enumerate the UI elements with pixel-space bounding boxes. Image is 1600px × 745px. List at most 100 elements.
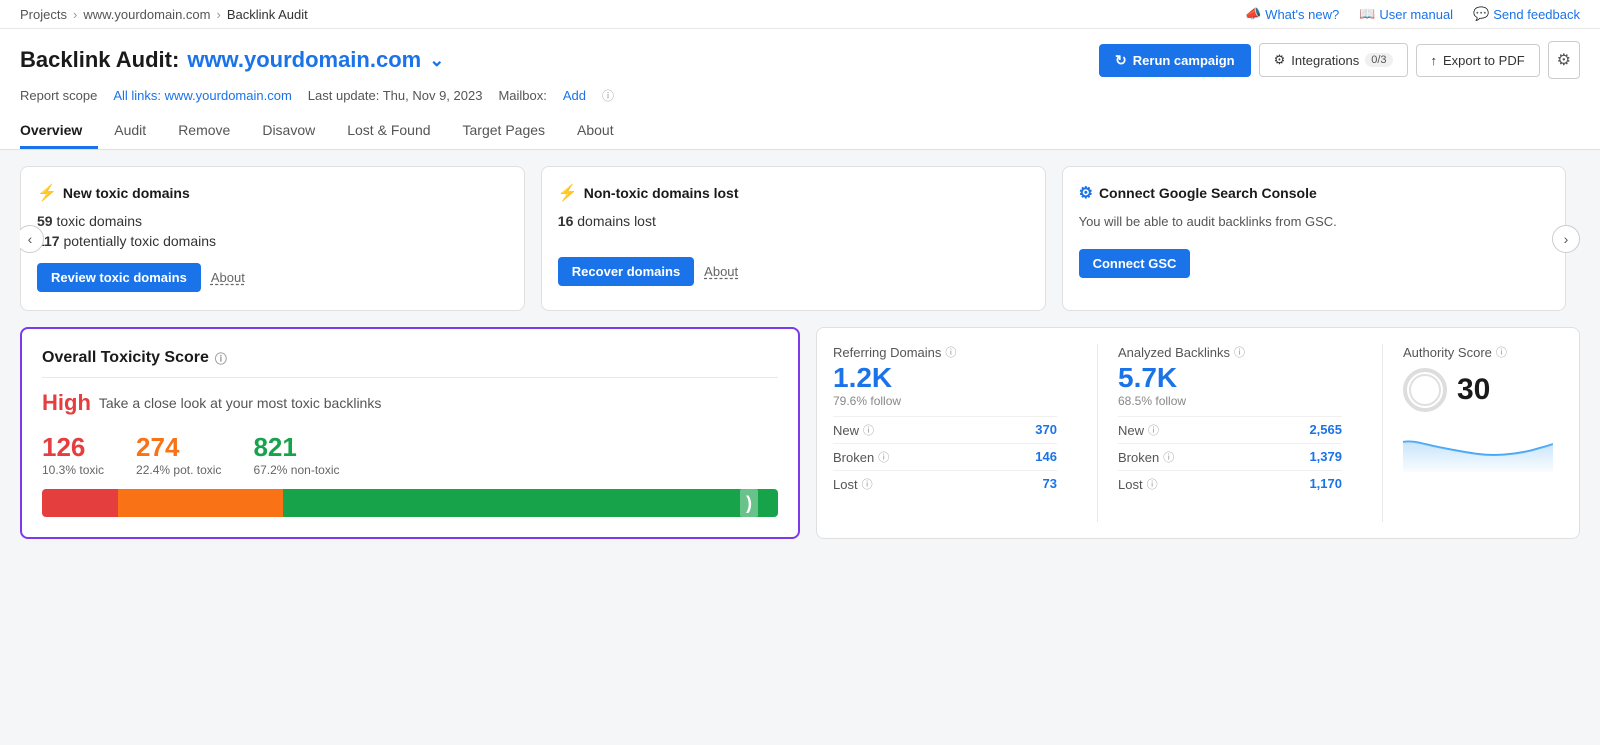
card-toxic-stat-1: 59 toxic domains [37,213,508,229]
recover-domains-button[interactable]: Recover domains [558,257,694,286]
breadcrumb-projects[interactable]: Projects [20,7,67,22]
toxicity-bar: ) [42,489,778,517]
nav-arrow-right[interactable]: › [1552,225,1580,253]
integrations-button[interactable]: ⚙ Integrations 0/3 [1259,43,1408,77]
ab-lost-info[interactable]: ⓘ [1147,476,1158,492]
review-toxic-button[interactable]: Review toxic domains [37,263,201,292]
cards-row: ‹ ⚡ New toxic domains 59 toxic domains 1… [20,166,1580,311]
authority-section: Authority Score ⓘ 30 [1403,344,1563,522]
toxicity-high-label: High [42,390,91,416]
send-feedback-link[interactable]: 💬 Send feedback [1473,6,1580,22]
ab-broken-info[interactable]: ⓘ [1163,449,1174,465]
gear-icon: ⚙ [1557,50,1571,70]
referring-domains-section: Referring Domains ⓘ 1.2K 79.6% follow Ne… [833,344,1077,522]
card-gsc: ⚙ Connect Google Search Console You will… [1062,166,1567,311]
tab-overview[interactable]: Overview [20,114,98,149]
non-toxic-stat: 821 67.2% non-toxic [253,432,339,477]
metrics-sections: Referring Domains ⓘ 1.2K 79.6% follow Ne… [833,344,1563,522]
tab-disavow[interactable]: Disavow [246,114,331,149]
nav-tabs: Overview Audit Remove Disavow Lost & Fou… [20,114,1580,149]
authority-info-icon[interactable]: ⓘ [1496,344,1507,360]
ab-new-info[interactable]: ⓘ [1148,422,1159,438]
card-non-toxic-stat: 16 domains lost [558,213,1029,229]
toxicity-title: Overall Toxicity Score ⓘ [42,349,778,378]
metrics-card: Referring Domains ⓘ 1.2K 79.6% follow Ne… [816,327,1580,539]
whats-new-link[interactable]: 📣 What's new? [1245,6,1339,22]
tab-lost-found[interactable]: Lost & Found [331,114,446,149]
book-icon: 📖 [1359,6,1375,22]
toxic-count: 126 [42,432,104,463]
toxicity-stats-row: 126 10.3% toxic 274 22.4% pot. toxic 821… [42,432,778,477]
bar-cursor-indicator: ) [740,489,758,517]
gear-icon-card: ⚙ [1079,183,1093,203]
tab-target-pages[interactable]: Target Pages [447,114,562,149]
ab-lost-value[interactable]: 1,170 [1309,476,1342,492]
rd-row-lost: Lost ⓘ 73 [833,470,1057,497]
rd-new-value[interactable]: 370 [1035,422,1057,438]
ab-broken-value[interactable]: 1,379 [1309,449,1342,465]
page-title: Backlink Audit: www.yourdomain.com ⌄ [20,47,444,73]
about-button-card-1[interactable]: About [211,270,245,285]
rd-broken-label: Broken ⓘ [833,449,889,465]
analyzed-backlinks-title: Analyzed Backlinks ⓘ [1118,344,1342,360]
authority-title: Authority Score ⓘ [1403,344,1563,360]
rd-row-broken: Broken ⓘ 146 [833,443,1057,470]
rd-lost-label: Lost ⓘ [833,476,873,492]
ab-row-broken: Broken ⓘ 1,379 [1118,443,1342,470]
referring-domains-follow: 79.6% follow [833,394,1057,408]
breadcrumb-sep-2: › [216,7,220,22]
connect-gsc-button[interactable]: Connect GSC [1079,249,1191,278]
mailbox-add-link[interactable]: Add [563,88,586,103]
ab-info-icon[interactable]: ⓘ [1234,344,1245,360]
ab-broken-label: Broken ⓘ [1118,449,1174,465]
export-pdf-button[interactable]: ↑ Export to PDF [1416,44,1540,77]
non-toxic-pct: 67.2% non-toxic [253,463,339,477]
rd-broken-value[interactable]: 146 [1035,449,1057,465]
analyzed-backlinks-follow: 68.5% follow [1118,394,1342,408]
ab-row-lost: Lost ⓘ 1,170 [1118,470,1342,497]
ab-new-value[interactable]: 2,565 [1309,422,1342,438]
report-scope-label: Report scope [20,88,97,103]
rd-lost-info[interactable]: ⓘ [862,476,873,492]
report-scope-link[interactable]: All links: www.yourdomain.com [113,88,291,103]
chevron-down-icon[interactable]: ⌄ [429,50,444,71]
about-button-card-2[interactable]: About [704,264,738,279]
main-content: ‹ ⚡ New toxic domains 59 toxic domains 1… [0,150,1600,555]
card-new-toxic-title: ⚡ New toxic domains [37,183,508,203]
rerun-campaign-button[interactable]: ↻ Rerun campaign [1099,44,1251,77]
ab-row-new: New ⓘ 2,565 [1118,416,1342,443]
tab-about[interactable]: About [561,114,630,149]
breadcrumb-domain[interactable]: www.yourdomain.com [83,7,210,22]
bar-orange-segment [118,489,283,517]
pot-toxic-stat: 274 22.4% pot. toxic [136,432,221,477]
metrics-divider-2 [1382,344,1383,522]
user-manual-link[interactable]: 📖 User manual [1359,6,1453,22]
export-icon: ↑ [1431,53,1438,68]
rd-lost-value[interactable]: 73 [1043,476,1057,492]
rd-info-icon[interactable]: ⓘ [945,344,956,360]
refresh-icon: ↻ [1115,52,1127,69]
bar-red-segment [42,489,118,517]
settings-button[interactable]: ⚙ [1548,41,1580,79]
ab-lost-label: Lost ⓘ [1118,476,1158,492]
analyzed-backlinks-value: 5.7K [1118,364,1342,392]
tab-audit[interactable]: Audit [98,114,162,149]
authority-value: 30 [1457,373,1490,407]
integrations-icon: ⚙ [1274,52,1286,68]
top-actions: 📣 What's new? 📖 User manual 💬 Send feedb… [1245,6,1580,22]
integrations-badge: 0/3 [1365,53,1392,67]
referring-domains-value: 1.2K [833,364,1057,392]
title-domain[interactable]: www.yourdomain.com [187,47,421,73]
tab-remove[interactable]: Remove [162,114,246,149]
bar-green-segment: ) [283,489,778,517]
ab-new-label: New ⓘ [1118,422,1159,438]
toxicity-card: Overall Toxicity Score ⓘ High Take a clo… [20,327,800,539]
rd-new-info[interactable]: ⓘ [863,422,874,438]
header-meta: Report scope All links: www.yourdomain.c… [20,87,1580,104]
rd-broken-info[interactable]: ⓘ [878,449,889,465]
breadcrumb-sep-1: › [73,7,77,22]
mailbox-info-icon[interactable]: ⓘ [602,87,614,104]
card-non-toxic-title: ⚡ Non-toxic domains lost [558,183,1029,203]
toxicity-info-icon[interactable]: ⓘ [215,350,227,367]
header: Backlink Audit: www.yourdomain.com ⌄ ↻ R… [0,29,1600,150]
